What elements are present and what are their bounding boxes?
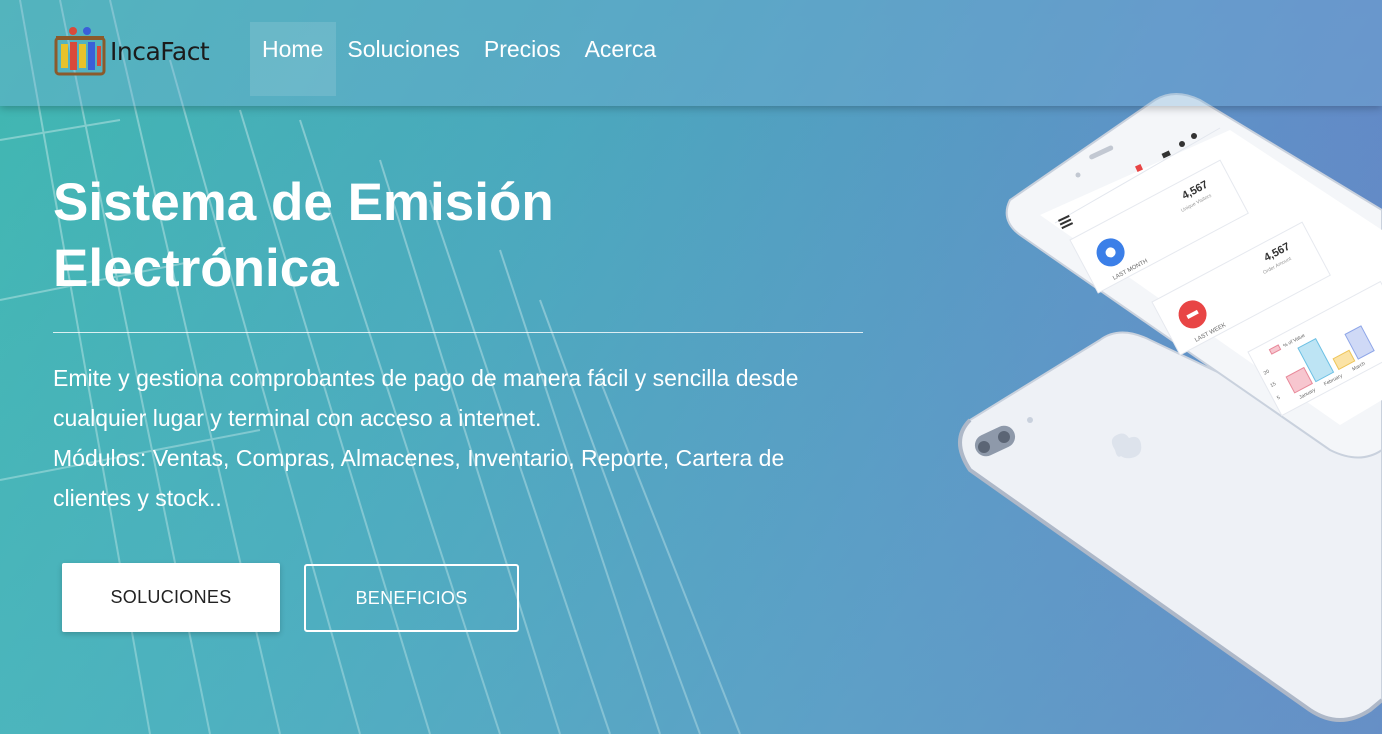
hero-title: Sistema de Emisión Electrónica: [53, 170, 753, 302]
hero-divider: [53, 332, 863, 333]
hero-title-line-2: Electrónica: [53, 239, 339, 298]
nav-link-home[interactable]: Home: [262, 36, 323, 63]
nav-link-precios[interactable]: Precios: [484, 36, 561, 63]
hero-description: Emite y gestiona comprobantes de pago de…: [53, 358, 843, 518]
brand-name: IncaFact: [110, 36, 210, 66]
nav-link-acerca[interactable]: Acerca: [585, 36, 657, 63]
hero-title-line-1: Sistema de Emisión: [53, 173, 554, 232]
abacus-logo-icon: [54, 27, 106, 76]
hero-description-text-1: Emite y gestiona comprobantes de pago de…: [53, 365, 799, 431]
brand-logo-link[interactable]: IncaFact: [52, 24, 210, 78]
beneficios-button[interactable]: BENEFICIOS: [304, 564, 519, 632]
nav-link-soluciones[interactable]: Soluciones: [347, 36, 460, 63]
soluciones-button[interactable]: SOLUCIONES: [62, 563, 280, 632]
nav-menu: Home Soluciones Precios Acerca: [262, 36, 656, 63]
hero-description-text-2: Módulos: Ventas, Compras, Almacenes, Inv…: [53, 445, 785, 511]
top-navbar: IncaFact Home Soluciones Precios Acerca: [0, 0, 1382, 106]
phones-mockup-image: LAST MONTH 4,567 Unique Visitors LAST WE…: [958, 93, 1382, 722]
